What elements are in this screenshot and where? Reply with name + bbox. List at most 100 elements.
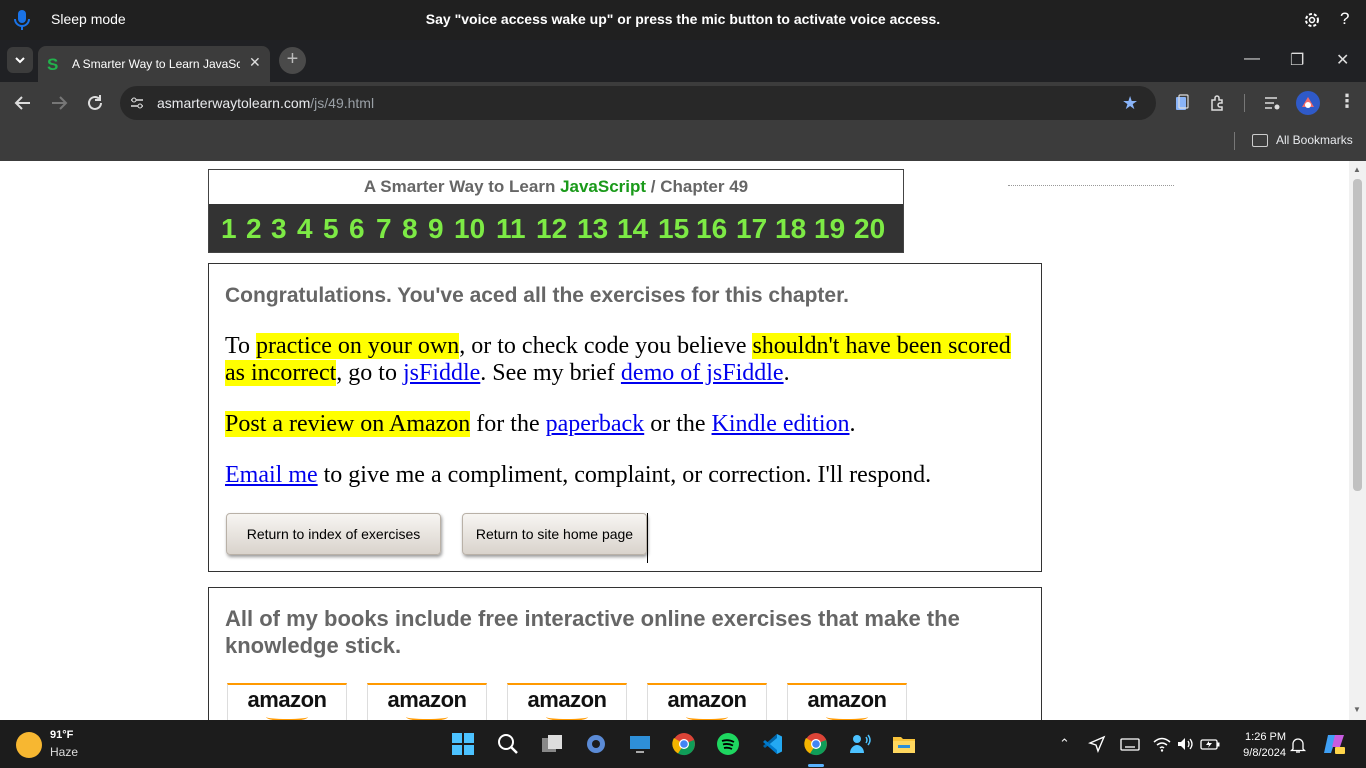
chapter-link[interactable]: 3: [271, 213, 287, 245]
site-info-icon[interactable]: [129, 95, 145, 111]
highlight: practice on your own: [255, 333, 460, 359]
media-control-icon[interactable]: [1262, 93, 1282, 113]
all-bookmarks-link[interactable]: All Bookmarks: [1276, 133, 1353, 147]
amazon-logo: amazon: [247, 687, 327, 712]
chapter-link[interactable]: 16: [696, 213, 727, 245]
avatar-image-icon: [1302, 97, 1314, 108]
tab-strip: S A Smarter Way to Learn JavaScript ✕ + …: [0, 40, 1366, 82]
paperback-link[interactable]: paperback: [546, 411, 645, 437]
chrome-active-icon[interactable]: [804, 732, 828, 756]
battery-icon[interactable]: [1200, 735, 1220, 753]
file-explorer-icon[interactable]: [892, 732, 916, 756]
chapter-link[interactable]: 14: [617, 213, 648, 245]
volume-icon[interactable]: [1176, 735, 1194, 753]
chapter-link[interactable]: 20: [854, 213, 885, 245]
spotify-icon[interactable]: [716, 732, 740, 756]
chapter-link[interactable]: 1: [221, 213, 237, 245]
jsfiddle-link[interactable]: jsFiddle: [403, 360, 480, 386]
bookmarks-bar: All Bookmarks: [0, 124, 1366, 161]
weather-temp[interactable]: 91°F: [50, 729, 73, 741]
settings-icon[interactable]: [584, 732, 608, 756]
amazon-logo: amazon: [667, 687, 747, 712]
bookmark-star-icon[interactable]: ★: [1122, 93, 1138, 114]
keyboard-icon[interactable]: [1120, 735, 1140, 753]
page-scrollbar[interactable]: ▲ ▼: [1349, 161, 1366, 720]
chapter-link[interactable]: 7: [376, 213, 392, 245]
weather-haze-icon[interactable]: [16, 732, 42, 758]
weather-condition[interactable]: Haze: [50, 745, 78, 759]
scroll-up-icon[interactable]: ▲: [1353, 165, 1361, 174]
chapter-link[interactable]: 12: [536, 213, 567, 245]
amazon-link[interactable]: amazon: [227, 683, 347, 720]
text: , go to: [336, 360, 403, 386]
back-icon[interactable]: [12, 92, 34, 114]
menu-kebab-icon[interactable]: ⋮: [1338, 91, 1356, 112]
amazon-smile-icon: [406, 713, 448, 720]
url-host: asmarterwaytolearn.com: [157, 95, 311, 111]
notification-bell-icon[interactable]: [1289, 736, 1307, 754]
gear-icon[interactable]: [1302, 10, 1322, 30]
chapter-link[interactable]: 5: [323, 213, 339, 245]
scrollbar-thumb[interactable]: [1353, 179, 1362, 491]
windows-start-icon[interactable]: [451, 732, 475, 756]
chevron-up-icon[interactable]: ⌃: [1059, 736, 1070, 752]
wifi-icon[interactable]: [1153, 735, 1171, 753]
chapter-link[interactable]: 19: [814, 213, 845, 245]
chapter-link[interactable]: 10: [454, 213, 485, 245]
chapter-link[interactable]: 15: [658, 213, 689, 245]
search-icon[interactable]: [496, 732, 520, 756]
return-home-button[interactable]: Return to site home page: [462, 513, 647, 555]
restore-icon[interactable]: ❐: [1290, 50, 1304, 70]
amazon-link[interactable]: amazon: [367, 683, 487, 720]
chapter-link[interactable]: 17: [736, 213, 767, 245]
chapter-link[interactable]: 11: [496, 213, 526, 245]
help-icon[interactable]: ?: [1340, 9, 1349, 29]
remote-desktop-icon[interactable]: [628, 732, 652, 756]
copilot-icon[interactable]: [1322, 732, 1346, 756]
chapter-link[interactable]: 8: [402, 213, 418, 245]
voice-access-icon[interactable]: [848, 732, 872, 756]
books-heading: All of my books include free interactive…: [225, 606, 960, 658]
vscode-icon[interactable]: [760, 732, 784, 756]
email-link[interactable]: Email me: [225, 462, 318, 488]
tab-active[interactable]: S A Smarter Way to Learn JavaScript ✕: [38, 46, 270, 82]
tab-search-button[interactable]: [7, 47, 33, 73]
chrome-icon[interactable]: [672, 732, 696, 756]
chapter-link[interactable]: 4: [297, 213, 313, 245]
minimize-icon[interactable]: —: [1244, 50, 1260, 68]
amazon-link[interactable]: amazon: [787, 683, 907, 720]
task-view-icon[interactable]: [540, 732, 564, 756]
reload-icon[interactable]: [84, 92, 106, 114]
scroll-down-icon[interactable]: ▼: [1353, 705, 1361, 714]
location-icon[interactable]: [1088, 735, 1106, 753]
close-tab-icon[interactable]: ✕: [249, 54, 261, 71]
amazon-logo: amazon: [527, 687, 607, 712]
kindle-link[interactable]: Kindle edition: [712, 411, 850, 437]
profile-avatar[interactable]: [1296, 91, 1320, 115]
chapter-link[interactable]: 6: [349, 213, 365, 245]
site-favicon-icon: S: [47, 55, 59, 74]
amazon-logo: amazon: [807, 687, 887, 712]
extensions-icon[interactable]: [1208, 93, 1228, 113]
amazon-logo: amazon: [387, 687, 467, 712]
chapter-link[interactable]: 13: [577, 213, 608, 245]
amazon-link[interactable]: amazon: [647, 683, 767, 720]
text: for the: [470, 411, 546, 437]
dotted-divider: [1008, 185, 1174, 186]
amazon-link[interactable]: amazon: [507, 683, 627, 720]
chapter-link[interactable]: 2: [246, 213, 262, 245]
amazon-smile-icon: [686, 713, 728, 720]
address-bar[interactable]: asmarterwaytolearn.com/js/49.html ★: [120, 86, 1156, 120]
system-clock[interactable]: 1:26 PM 9/8/2024: [1226, 729, 1286, 761]
chapter-link[interactable]: 9: [428, 213, 444, 245]
reading-list-icon[interactable]: [1172, 93, 1192, 113]
highlight: Post a review on Amazon: [225, 411, 471, 437]
jsfiddle-demo-link[interactable]: demo of jsFiddle: [621, 360, 784, 386]
close-window-icon[interactable]: ✕: [1336, 50, 1349, 70]
chapter-link[interactable]: 18: [775, 213, 806, 245]
forward-icon[interactable]: [48, 92, 70, 114]
new-tab-button[interactable]: +: [279, 47, 306, 74]
folder-icon[interactable]: [1252, 134, 1268, 147]
return-index-button[interactable]: Return to index of exercises: [226, 513, 441, 555]
congrats-panel: Congratulations. You've aced all the exe…: [208, 263, 1042, 572]
